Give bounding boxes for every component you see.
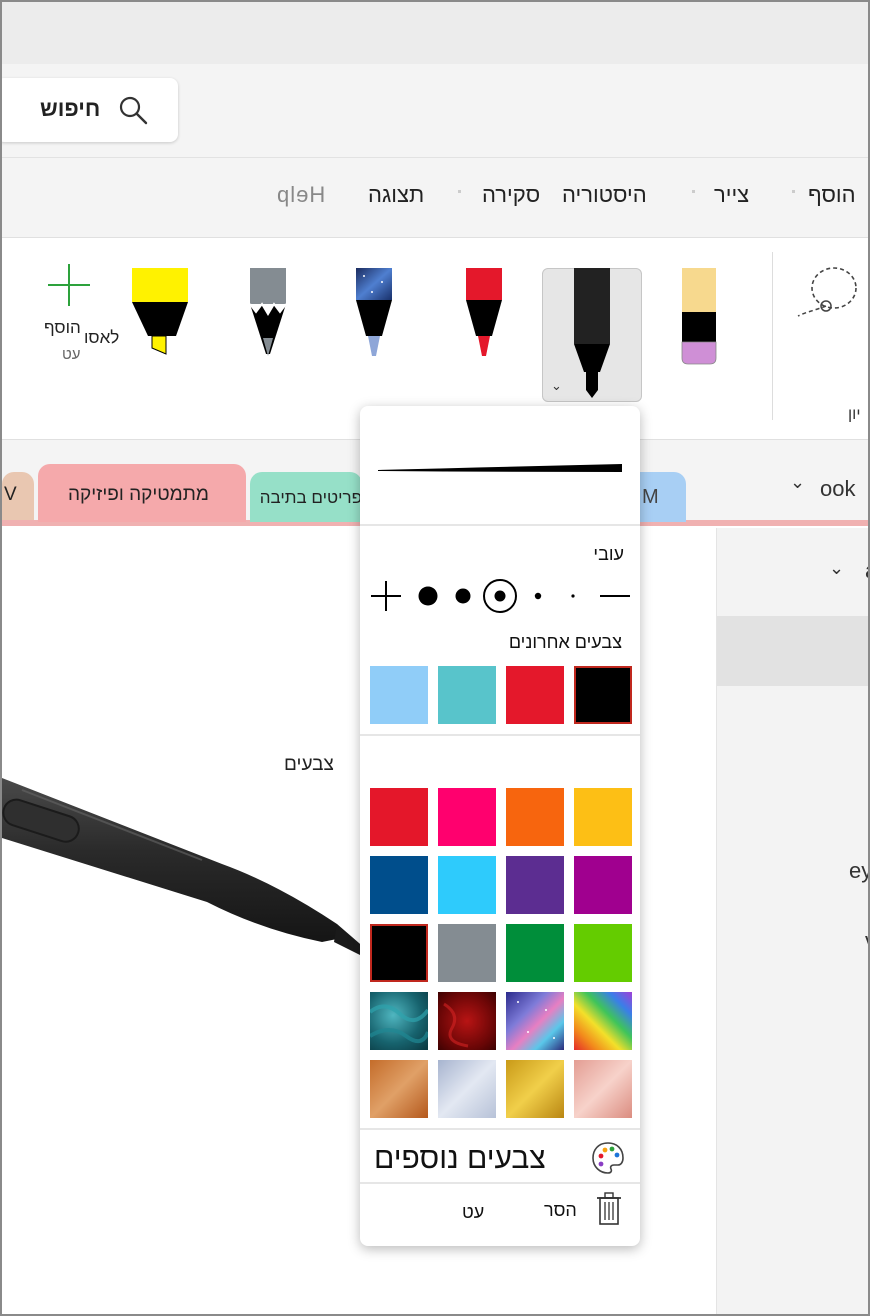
recent-colors-label: צבעים אחרונים	[508, 632, 622, 652]
thickness-1[interactable]	[571, 594, 575, 598]
page-text-2: v	[865, 928, 868, 954]
chevron-down-icon[interactable]: ⌄	[551, 378, 562, 394]
tab-separator	[692, 190, 695, 193]
section-tab-edge-label: V	[4, 484, 17, 505]
search-label: חיפוש	[40, 96, 101, 121]
section-tab-math-physics-label: מתמטיקה ופיזיקה	[68, 484, 209, 505]
tab-separator	[458, 190, 461, 193]
pen-options-popup: עובי צבעים אחרונים צבעים נוספים הסר עט	[360, 406, 640, 1246]
pages-pane-title: a	[865, 558, 868, 584]
ribbon-divider	[772, 252, 773, 420]
stroke-preview	[378, 464, 622, 472]
color-swatch[interactable]	[438, 788, 496, 846]
color-swatch[interactable]	[438, 856, 496, 914]
swatch-rainbow-texture[interactable]	[574, 992, 632, 1050]
swatch-gold-texture[interactable]	[506, 1060, 564, 1118]
red-pen-icon[interactable]	[464, 268, 504, 360]
notebook-chevron-icon[interactable]: ⌄	[790, 472, 805, 493]
section-tab-items-label: פריטים בתיבה	[259, 488, 362, 507]
tab-separator	[792, 190, 795, 193]
onenote-window: חיפוש הוסף צייר היסטוריה סקירה תצוגה Hel…	[0, 0, 870, 1316]
galaxy-pen-icon[interactable]	[354, 268, 394, 360]
lasso-select-icon[interactable]	[794, 260, 864, 330]
color-swatch[interactable]	[574, 856, 632, 914]
swatch-bronze-texture[interactable]	[370, 1060, 428, 1118]
eraser-pen-icon[interactable]	[678, 268, 720, 366]
add-thickness-icon[interactable]	[371, 581, 401, 611]
recent-color-swatch[interactable]	[438, 666, 496, 724]
tab-insert[interactable]: הוסף	[808, 182, 856, 208]
palette-icon	[592, 1142, 624, 1174]
recent-color-swatch[interactable]	[506, 666, 564, 724]
thickness-3-selected[interactable]	[483, 579, 517, 613]
pencil-icon[interactable]	[248, 268, 288, 360]
tab-draw[interactable]: צייר	[714, 182, 749, 208]
swatch-silver-texture[interactable]	[438, 1060, 496, 1118]
plus-icon	[48, 264, 90, 306]
menu-tabs: הוסף צייר היסטוריה סקירה תצוגה Help	[2, 158, 868, 238]
more-colors-button[interactable]: צבעים נוספים	[360, 1130, 640, 1182]
section-tab-m-label: M	[642, 486, 659, 508]
add-pen-sublabel: עט	[62, 346, 81, 363]
swatch-lava-texture[interactable]	[438, 992, 496, 1050]
color-swatch[interactable]	[506, 856, 564, 914]
popup-divider	[360, 734, 640, 736]
selected-page[interactable]	[717, 616, 868, 686]
color-swatch[interactable]	[370, 856, 428, 914]
recent-color-swatch[interactable]	[370, 666, 428, 724]
title-bar	[2, 2, 868, 64]
color-swatch[interactable]	[438, 924, 496, 982]
page-text-1: ey	[849, 858, 870, 883]
pen-type-label[interactable]: עט	[462, 1202, 484, 1223]
section-tab-edge[interactable]: V	[2, 472, 34, 520]
notebook-name[interactable]: ook	[820, 476, 855, 502]
pages-chevron-icon[interactable]: ⌄	[829, 558, 844, 579]
black-pen-icon[interactable]	[568, 268, 616, 398]
thickness-5[interactable]	[418, 586, 438, 606]
section-tab-items[interactable]: פריטים בתיבה	[250, 472, 362, 522]
color-swatch[interactable]	[574, 924, 632, 982]
thickness-2[interactable]	[534, 592, 542, 600]
popup-divider	[360, 524, 640, 526]
color-swatch[interactable]	[506, 924, 564, 982]
add-pen-label: הוסף	[44, 318, 81, 337]
color-swatch[interactable]	[370, 788, 428, 846]
thickness-label: עובי	[593, 544, 624, 564]
thickness-options	[371, 579, 630, 613]
remove-label: הסר	[544, 1200, 577, 1220]
tab-view[interactable]: תצוגה	[368, 182, 424, 208]
swatch-rose-gold-texture[interactable]	[574, 1060, 632, 1118]
tab-help[interactable]: Help	[276, 182, 325, 208]
color-swatch[interactable]	[506, 788, 564, 846]
more-colors-label: צבעים נוספים	[374, 1142, 546, 1175]
recent-color-swatch[interactable]	[574, 666, 632, 724]
remove-pen-button[interactable]: הסר	[536, 1190, 632, 1230]
pages-pane: ⌄ a ey v	[716, 528, 870, 1314]
search-icon	[119, 96, 148, 125]
stylus-pen-image	[2, 778, 374, 960]
ribbon-group-label: יון	[848, 406, 861, 423]
highlighter-icon[interactable]	[130, 268, 190, 360]
lasso-label: לאסו	[84, 328, 120, 347]
search-box[interactable]: חיפוש	[2, 78, 178, 142]
swatch-aqua-texture[interactable]	[370, 992, 428, 1050]
popup-divider	[360, 1182, 640, 1184]
swatch-galaxy-texture[interactable]	[506, 992, 564, 1050]
tab-history[interactable]: היסטוריה	[562, 182, 647, 208]
section-tab-math-physics[interactable]: מתמטיקה ופיזיקה	[38, 464, 246, 522]
color-swatch[interactable]	[370, 924, 428, 982]
trash-icon	[597, 1192, 621, 1225]
color-swatch[interactable]	[574, 788, 632, 846]
tab-review[interactable]: סקירה	[482, 182, 540, 208]
search-bar: חיפוש	[2, 64, 868, 158]
thickness-4[interactable]	[455, 588, 471, 604]
